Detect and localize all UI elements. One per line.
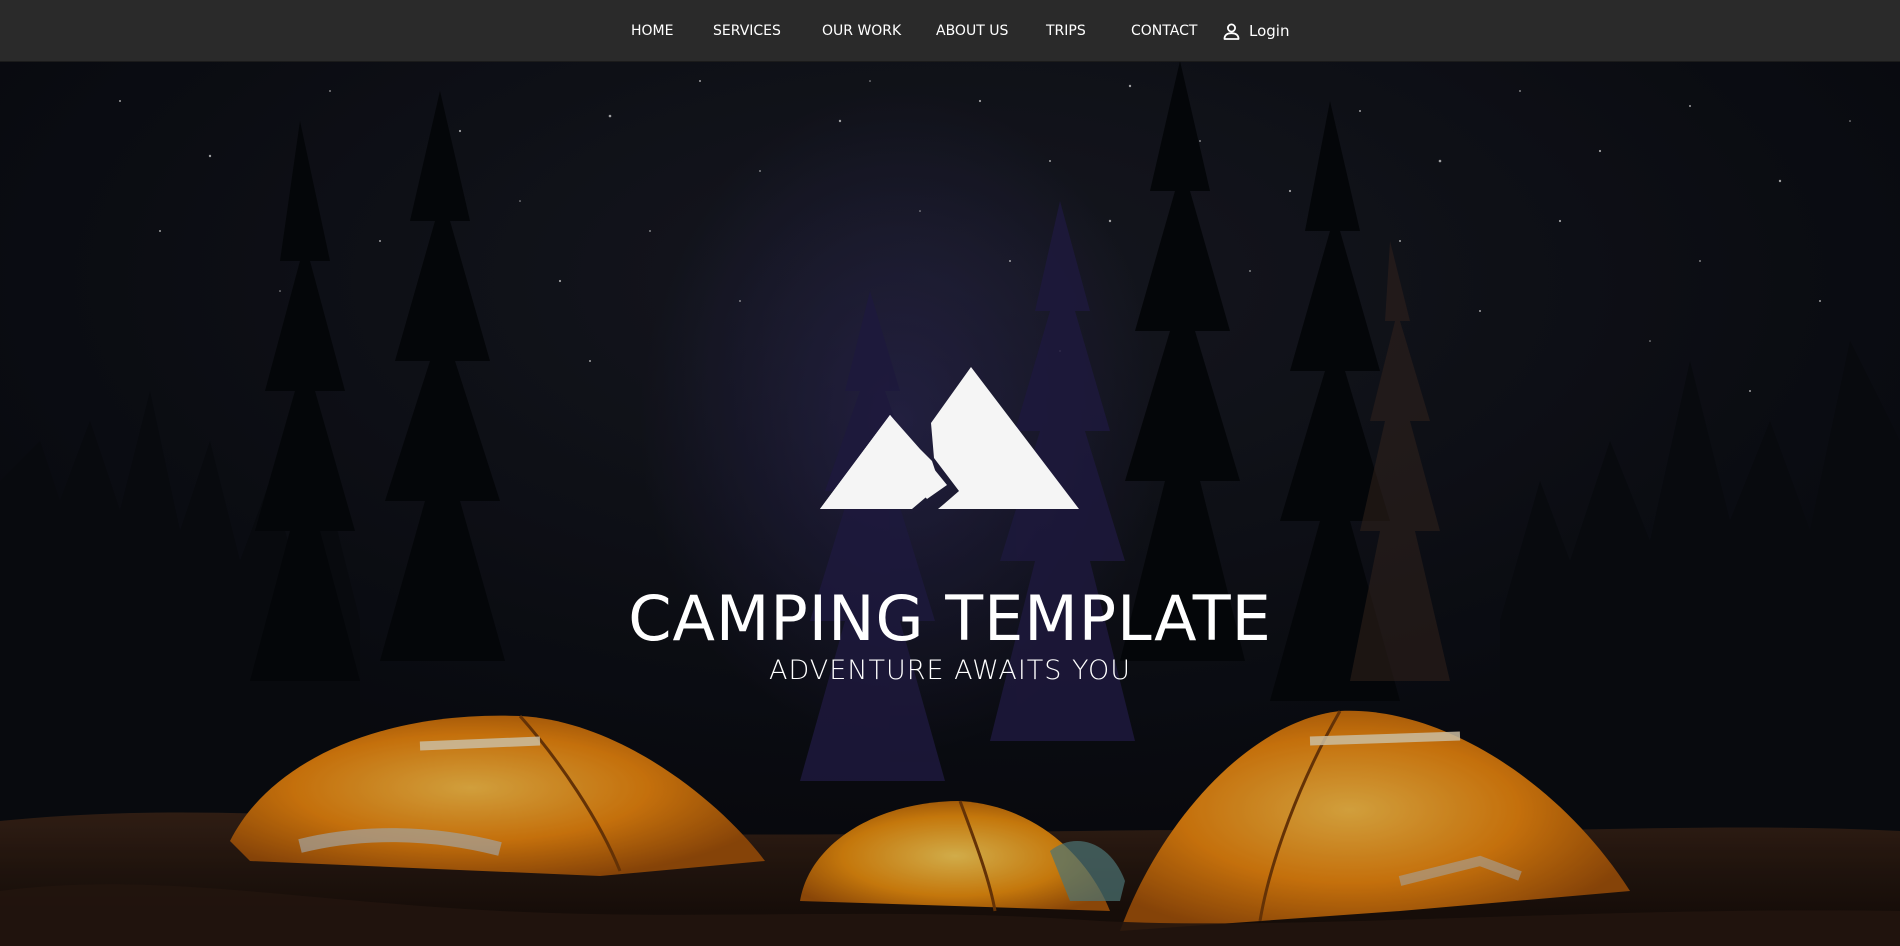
login-link[interactable]: Login	[1222, 20, 1289, 42]
top-navbar: HOME SERVICES OUR WORK ABOUT US TRIPS CO…	[0, 0, 1900, 61]
login-label: Login	[1249, 22, 1290, 40]
main-nav: HOME SERVICES OUR WORK ABOUT US TRIPS CO…	[0, 0, 1900, 61]
nav-contact-link[interactable]: CONTACT	[1131, 23, 1197, 39]
mountain-logo-icon	[820, 366, 1080, 511]
hero-section: CAMPING TEMPLATE ADVENTURE AWAITS YOU	[0, 61, 1900, 946]
nav-services-link[interactable]: SERVICES	[713, 23, 781, 39]
hero-title: CAMPING TEMPLATE	[628, 582, 1272, 655]
nav-trips-link[interactable]: TRIPS	[1046, 23, 1086, 39]
nav-our-work-link[interactable]: OUR WORK	[822, 23, 901, 39]
nav-about-us-link[interactable]: ABOUT US	[936, 23, 1008, 39]
hero-subtitle: ADVENTURE AWAITS YOU	[768, 655, 1132, 686]
nav-home-link[interactable]: HOME	[631, 23, 673, 39]
user-icon	[1222, 22, 1241, 41]
